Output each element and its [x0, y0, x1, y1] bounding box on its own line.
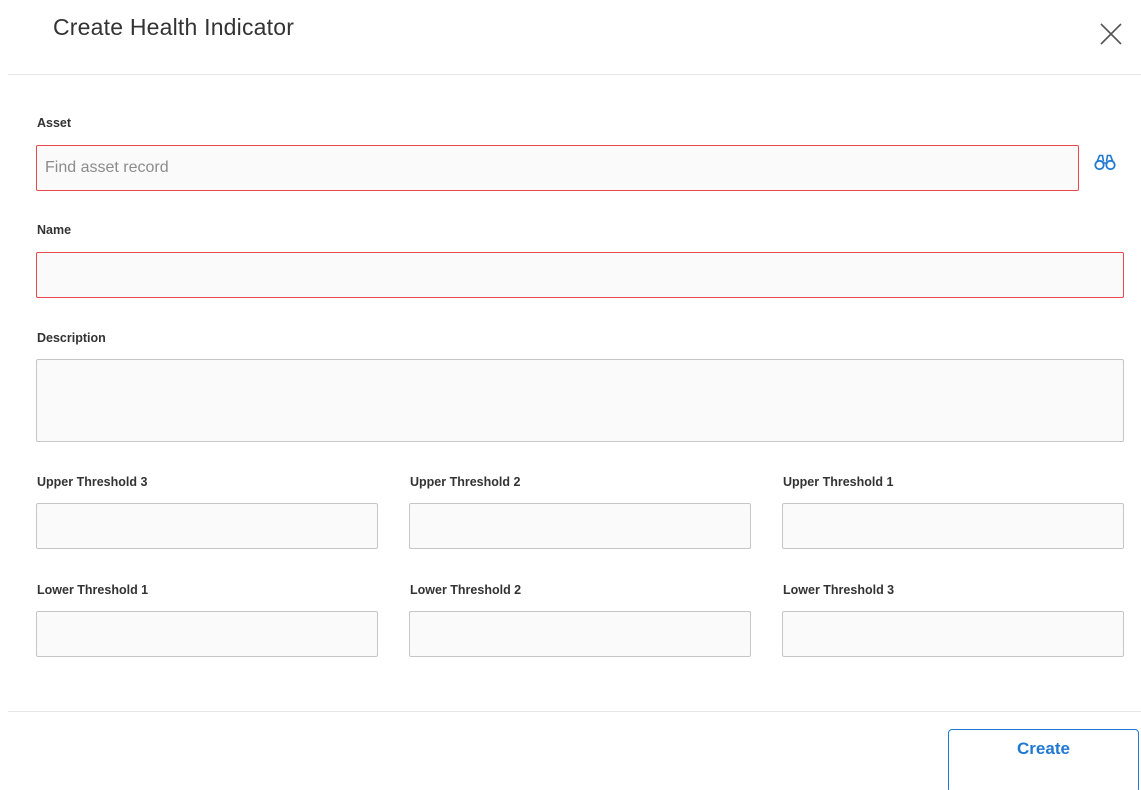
lower-threshold-1-label: Lower Threshold 1: [37, 583, 149, 597]
footer-divider: [8, 711, 1141, 712]
upper-threshold-3-label: Upper Threshold 3: [37, 475, 148, 489]
create-health-indicator-dialog: Create Health Indicator Asset Name Descr…: [0, 0, 1141, 790]
upper-threshold-1-label: Upper Threshold 1: [783, 475, 894, 489]
upper-threshold-2-input[interactable]: [409, 503, 751, 549]
dialog-title: Create Health Indicator: [53, 14, 295, 40]
description-label: Description: [37, 331, 106, 345]
close-icon[interactable]: [1099, 22, 1123, 46]
lower-threshold-3-label: Lower Threshold 3: [783, 583, 895, 597]
upper-threshold-3-input[interactable]: [36, 503, 378, 549]
dialog-header: Create Health Indicator: [8, 0, 1141, 75]
name-input[interactable]: [36, 252, 1124, 298]
upper-threshold-1-input[interactable]: [782, 503, 1124, 549]
create-button[interactable]: Create: [948, 729, 1139, 790]
description-textarea[interactable]: [36, 359, 1124, 442]
asset-label: Asset: [37, 116, 72, 130]
upper-threshold-2-label: Upper Threshold 2: [410, 475, 521, 489]
lower-threshold-2-input[interactable]: [409, 611, 751, 657]
binoculars-icon[interactable]: [1094, 153, 1116, 171]
lower-threshold-1-input[interactable]: [36, 611, 378, 657]
name-label: Name: [37, 223, 72, 237]
lower-threshold-2-label: Lower Threshold 2: [410, 583, 522, 597]
lower-threshold-3-input[interactable]: [782, 611, 1124, 657]
asset-search-input[interactable]: [36, 145, 1079, 191]
